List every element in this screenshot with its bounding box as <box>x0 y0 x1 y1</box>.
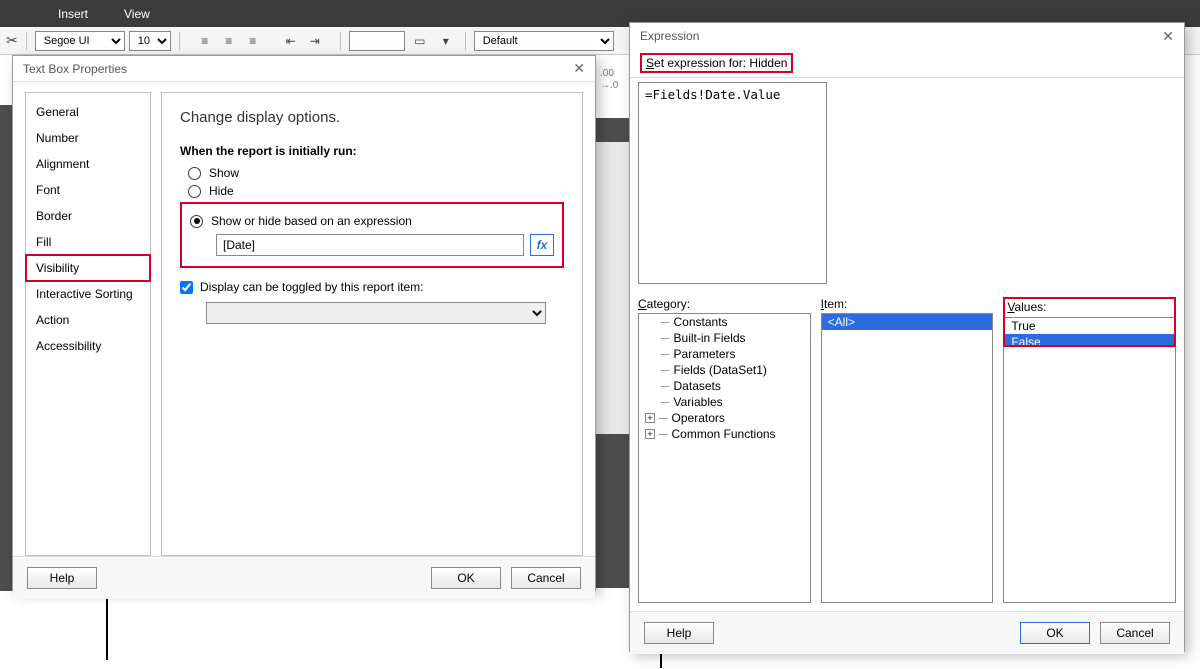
dialog-footer: Help OK Cancel <box>630 611 1184 654</box>
nav-item-fill[interactable]: Fill <box>26 229 150 255</box>
property-nav: GeneralNumberAlignmentFontBorderFillVisi… <box>25 92 151 556</box>
category-parameters[interactable]: ─ Parameters <box>639 346 810 362</box>
radio-icon <box>188 167 201 180</box>
outdent-icon[interactable]: ⇤ <box>280 31 302 51</box>
border-style-icon[interactable]: ▾ <box>435 31 457 51</box>
separator <box>179 32 180 50</box>
category-common-functions[interactable]: +─ Common Functions <box>639 426 810 442</box>
indent-icon[interactable]: ⇥ <box>304 31 326 51</box>
separator <box>26 32 27 50</box>
nav-item-interactive-sorting[interactable]: Interactive Sorting <box>26 281 150 307</box>
value-row-true[interactable]: True <box>1005 318 1174 334</box>
nav-item-number[interactable]: Number <box>26 125 150 151</box>
dialog-titlebar[interactable]: Text Box Properties ✕ <box>13 56 595 82</box>
radio-icon <box>190 215 203 228</box>
values-column: Values: TrueFalse <box>1003 297 1176 603</box>
ribbon-tab-view[interactable]: View <box>106 0 168 27</box>
item-row[interactable]: <All> <box>822 314 993 330</box>
decoration <box>106 590 108 660</box>
item-column: Item: <All> <box>821 297 994 603</box>
align-center-icon[interactable]: ≡ <box>218 31 240 51</box>
help-button[interactable]: Help <box>644 622 714 644</box>
panel-title: Change display options. <box>180 109 564 126</box>
border-color-icon[interactable]: ▭ <box>409 31 431 51</box>
ok-button[interactable]: OK <box>1020 622 1090 644</box>
nav-item-visibility[interactable]: Visibility <box>26 255 150 281</box>
category-variables[interactable]: ─ Variables <box>639 394 810 410</box>
nav-item-accessibility[interactable]: Accessibility <box>26 333 150 359</box>
separator <box>465 32 466 50</box>
textbox-properties-dialog: Text Box Properties ✕ GeneralNumberAlign… <box>12 55 596 591</box>
font-family-select[interactable]: Segoe UI <box>35 31 125 51</box>
radio-label: Hide <box>209 184 234 198</box>
nav-item-border[interactable]: Border <box>26 203 150 229</box>
line-weight-select[interactable]: 1 pt <box>349 31 405 51</box>
category-datasets[interactable]: ─ Datasets <box>639 378 810 394</box>
highlighted-expression-area: Show or hide based on an expression fx <box>180 202 564 268</box>
align-right-icon[interactable]: ≡ <box>242 31 264 51</box>
category-operators[interactable]: +─ Operators <box>639 410 810 426</box>
set-expression-label: Set expression for: Hidden <box>630 49 1184 78</box>
dialog-title: Expression <box>640 29 699 43</box>
close-icon[interactable]: ✕ <box>1162 28 1174 45</box>
align-left-icon[interactable]: ≡ <box>194 31 216 51</box>
font-size-select[interactable]: 10 <box>129 31 171 51</box>
ok-button[interactable]: OK <box>431 567 501 589</box>
expression-dialog: Expression ✕ Set expression for: Hidden … <box>629 22 1185 652</box>
indent-group: ⇤ ⇥ <box>280 31 326 51</box>
fx-button[interactable]: fx <box>530 234 554 256</box>
category-built-in-fields[interactable]: ─ Built-in Fields <box>639 330 810 346</box>
decoration <box>0 105 12 591</box>
category-tree[interactable]: ─ Constants─ Built-in Fields─ Parameters… <box>638 313 811 603</box>
expand-icon[interactable]: + <box>645 413 655 423</box>
expression-textarea[interactable] <box>638 82 827 284</box>
radio-show[interactable]: Show <box>188 166 564 180</box>
align-group: ≡ ≡ ≡ <box>194 31 264 51</box>
dialog-titlebar[interactable]: Expression ✕ <box>630 23 1184 49</box>
dialog-title: Text Box Properties <box>23 62 127 76</box>
radio-label: Show or hide based on an expression <box>211 214 412 228</box>
separator <box>340 32 341 50</box>
cut-icon[interactable]: ✂ <box>6 32 18 49</box>
category-constants[interactable]: ─ Constants <box>639 314 810 330</box>
cancel-button[interactable]: Cancel <box>511 567 581 589</box>
nav-item-alignment[interactable]: Alignment <box>26 151 150 177</box>
values-list-ext[interactable] <box>1003 347 1176 603</box>
decoration: .00→.0 <box>600 68 624 92</box>
decoration <box>596 142 630 434</box>
display-toggle-label: Display can be toggled by this report it… <box>200 280 423 294</box>
radio-hide[interactable]: Hide <box>188 184 564 198</box>
style-default-select[interactable]: Default <box>474 31 614 51</box>
expand-icon[interactable]: + <box>645 429 655 439</box>
radio-expression[interactable]: Show or hide based on an expression <box>190 214 554 228</box>
display-toggle-row[interactable]: Display can be toggled by this report it… <box>180 280 564 294</box>
dialog-footer: Help OK Cancel <box>13 556 595 599</box>
fx-icon: fx <box>537 238 548 252</box>
ribbon-tab-insert[interactable]: Insert <box>40 0 106 27</box>
category-fields-dataset1-[interactable]: ─ Fields (DataSet1) <box>639 362 810 378</box>
display-toggle-checkbox[interactable] <box>180 281 193 294</box>
item-list[interactable]: <All> <box>821 313 994 603</box>
nav-item-general[interactable]: General <box>26 99 150 125</box>
cancel-button[interactable]: Cancel <box>1100 622 1170 644</box>
nav-item-font[interactable]: Font <box>26 177 150 203</box>
radio-label: Show <box>209 166 239 180</box>
close-icon[interactable]: ✕ <box>573 60 585 77</box>
toggle-item-select[interactable] <box>206 302 546 324</box>
help-button[interactable]: Help <box>27 567 97 589</box>
section-label: When the report is initially run: <box>180 144 564 158</box>
radio-icon <box>188 185 201 198</box>
values-list[interactable]: TrueFalse <box>1005 317 1174 345</box>
visibility-panel: Change display options. When the report … <box>161 92 583 556</box>
decoration <box>596 118 630 142</box>
category-column: Category: ─ Constants─ Built-in Fields─ … <box>638 297 811 603</box>
expression-input[interactable] <box>216 234 524 256</box>
value-row-false[interactable]: False <box>1005 334 1174 345</box>
decoration <box>596 434 630 588</box>
nav-item-action[interactable]: Action <box>26 307 150 333</box>
